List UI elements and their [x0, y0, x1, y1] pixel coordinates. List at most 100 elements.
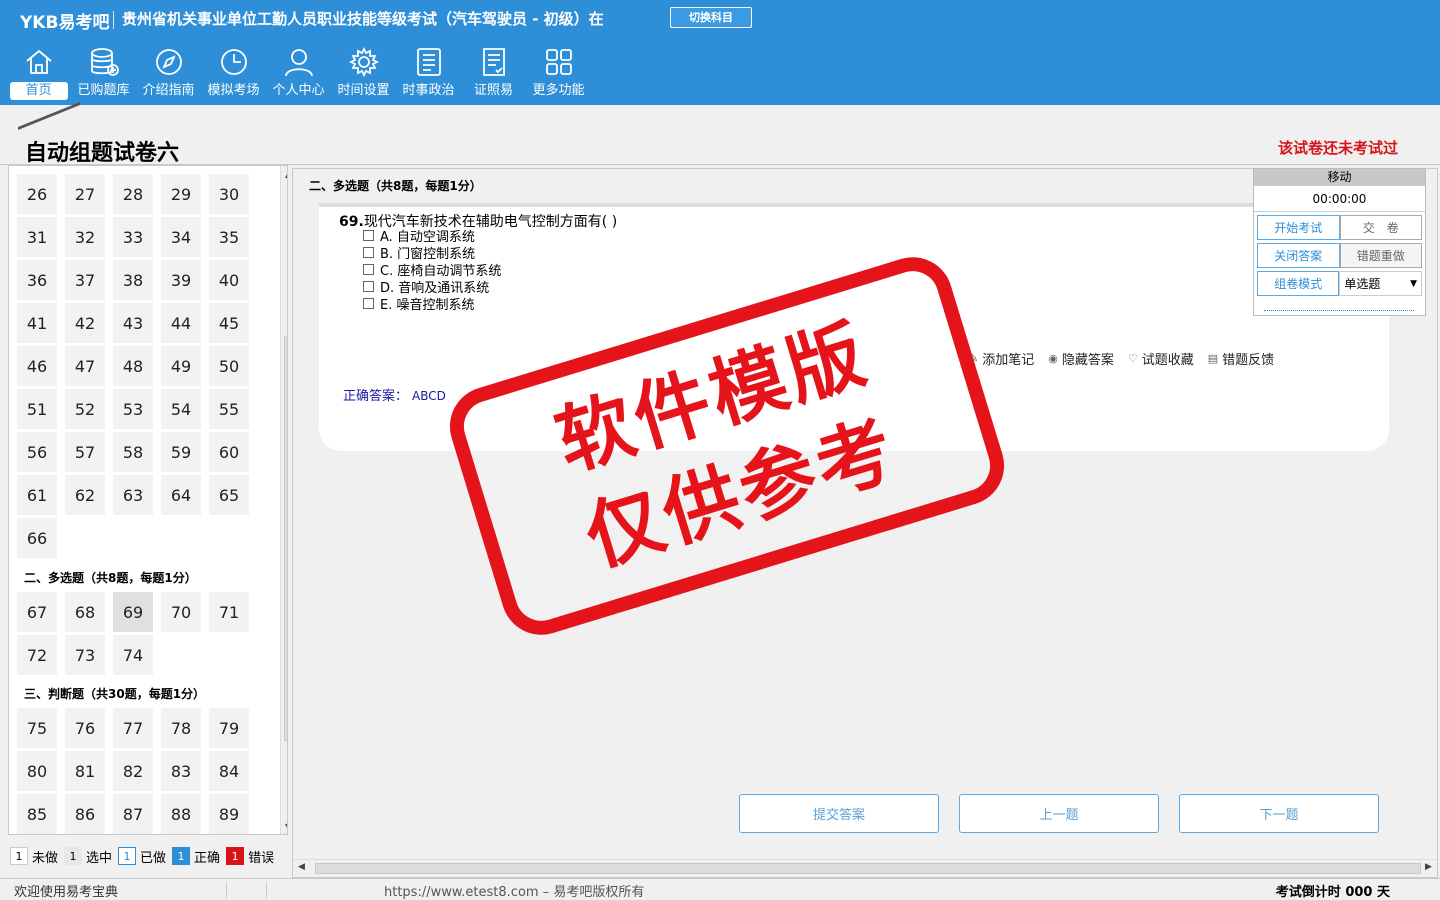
nav-current-affairs[interactable]: 时事政治	[396, 46, 461, 104]
panel-resize-bar[interactable]	[1264, 310, 1414, 313]
question-type-select[interactable]: 单选题 ▼	[1339, 271, 1422, 296]
prev-question-button[interactable]: 上一题	[959, 794, 1159, 833]
question-cell[interactable]: 31	[17, 217, 57, 257]
question-cell[interactable]: 59	[161, 432, 201, 472]
question-cell[interactable]: 41	[17, 303, 57, 343]
nav-personal-center[interactable]: 个人中心	[266, 46, 331, 104]
start-exam-button[interactable]: 开始考试	[1257, 215, 1340, 240]
question-cell[interactable]: 66	[17, 518, 57, 558]
redo-wrong-button[interactable]: 错题重做	[1339, 243, 1422, 268]
question-cell[interactable]: 83	[161, 751, 201, 791]
nav-purchased-bank[interactable]: 已购题库	[71, 46, 136, 104]
question-cell[interactable]: 78	[161, 708, 201, 748]
nav-guide[interactable]: 介绍指南	[136, 46, 201, 104]
question-cell[interactable]: 68	[65, 592, 105, 632]
nav-mock-exam[interactable]: 模拟考场	[201, 46, 266, 104]
question-cell[interactable]: 34	[161, 217, 201, 257]
question-cell[interactable]: 47	[65, 346, 105, 386]
scroll-up-icon[interactable]: ▲	[285, 170, 287, 179]
question-cell[interactable]: 42	[65, 303, 105, 343]
hscroll-thumb[interactable]	[315, 863, 1421, 874]
question-cell[interactable]: 26	[17, 174, 57, 214]
question-cell[interactable]: 67	[17, 592, 57, 632]
question-cell[interactable]: 79	[209, 708, 249, 748]
question-cell[interactable]: 58	[113, 432, 153, 472]
option-checkbox[interactable]	[363, 298, 374, 309]
scroll-down-icon[interactable]: ▼	[285, 822, 287, 831]
scroll-thumb[interactable]	[284, 336, 287, 741]
switch-subject-button[interactable]: 切换科目	[670, 7, 752, 28]
close-answer-button[interactable]: 关闭答案	[1257, 243, 1340, 268]
hide-answer-button[interactable]: ◉ 隐藏答案	[1048, 349, 1114, 368]
option-a[interactable]: A. 自动空调系统	[363, 227, 501, 245]
question-cell[interactable]: 87	[113, 794, 153, 834]
submit-answer-button[interactable]: 提交答案	[739, 794, 939, 833]
nav-license[interactable]: 证照易	[461, 46, 526, 104]
question-cell[interactable]: 40	[209, 260, 249, 300]
question-cell[interactable]: 70	[161, 592, 201, 632]
question-cell[interactable]: 29	[161, 174, 201, 214]
question-cell[interactable]: 36	[17, 260, 57, 300]
nav-more[interactable]: 更多功能	[526, 46, 591, 104]
question-cell[interactable]: 63	[113, 475, 153, 515]
compose-mode-button[interactable]: 组卷模式	[1257, 271, 1340, 296]
question-cell[interactable]: 86	[65, 794, 105, 834]
question-cell[interactable]: 50	[209, 346, 249, 386]
question-cell[interactable]: 65	[209, 475, 249, 515]
question-cell[interactable]: 73	[65, 635, 105, 675]
question-cell[interactable]: 89	[209, 794, 249, 834]
horizontal-scrollbar[interactable]: ◀ ▶	[293, 859, 1437, 877]
question-cell[interactable]: 39	[161, 260, 201, 300]
question-cell[interactable]: 37	[65, 260, 105, 300]
question-cell[interactable]: 32	[65, 217, 105, 257]
option-checkbox[interactable]	[363, 247, 374, 258]
question-cell[interactable]: 51	[17, 389, 57, 429]
question-cell[interactable]: 74	[113, 635, 153, 675]
scroll-right-icon[interactable]: ▶	[1425, 862, 1432, 872]
question-cell[interactable]: 53	[113, 389, 153, 429]
question-cell[interactable]: 28	[113, 174, 153, 214]
question-cell[interactable]: 76	[65, 708, 105, 748]
question-cell[interactable]: 33	[113, 217, 153, 257]
question-cell[interactable]: 81	[65, 751, 105, 791]
question-cell[interactable]: 72	[17, 635, 57, 675]
option-checkbox[interactable]	[363, 281, 374, 292]
question-cell[interactable]: 48	[113, 346, 153, 386]
question-cell[interactable]: 62	[65, 475, 105, 515]
option-c[interactable]: C. 座椅自动调节系统	[363, 261, 501, 279]
question-cell[interactable]: 54	[161, 389, 201, 429]
question-cell[interactable]: 57	[65, 432, 105, 472]
question-cell[interactable]: 85	[17, 794, 57, 834]
question-cell[interactable]: 61	[17, 475, 57, 515]
navigator-scrollbar[interactable]: ▲ ▼	[280, 166, 287, 834]
question-cell[interactable]: 82	[113, 751, 153, 791]
question-cell[interactable]: 55	[209, 389, 249, 429]
question-cell[interactable]: 80	[17, 751, 57, 791]
favorite-button[interactable]: ♡ 试题收藏	[1128, 349, 1194, 368]
question-cell[interactable]: 45	[209, 303, 249, 343]
option-d[interactable]: D. 音响及通讯系统	[363, 278, 501, 296]
hand-in-button[interactable]: 交 卷	[1339, 215, 1422, 240]
option-b[interactable]: B. 门窗控制系统	[363, 244, 501, 262]
question-cell[interactable]: 49	[161, 346, 201, 386]
question-cell[interactable]: 35	[209, 217, 249, 257]
question-cell[interactable]: 88	[161, 794, 201, 834]
question-cell[interactable]: 27	[65, 174, 105, 214]
question-cell[interactable]: 71	[209, 592, 249, 632]
question-cell[interactable]: 77	[113, 708, 153, 748]
question-cell[interactable]: 60	[209, 432, 249, 472]
question-cell[interactable]: 38	[113, 260, 153, 300]
add-note-button[interactable]: ✎ 添加笔记	[969, 349, 1034, 368]
question-cell[interactable]: 64	[161, 475, 201, 515]
option-e[interactable]: E. 噪音控制系统	[363, 295, 501, 313]
option-checkbox[interactable]	[363, 230, 374, 241]
question-cell[interactable]: 30	[209, 174, 249, 214]
scroll-left-icon[interactable]: ◀	[298, 862, 305, 872]
question-cell[interactable]: 84	[209, 751, 249, 791]
question-cell[interactable]: 44	[161, 303, 201, 343]
question-cell[interactable]: 75	[17, 708, 57, 748]
nav-home[interactable]: 首页	[6, 46, 71, 104]
question-cell[interactable]: 52	[65, 389, 105, 429]
question-cell[interactable]: 43	[113, 303, 153, 343]
nav-time-settings[interactable]: 时间设置	[331, 46, 396, 104]
